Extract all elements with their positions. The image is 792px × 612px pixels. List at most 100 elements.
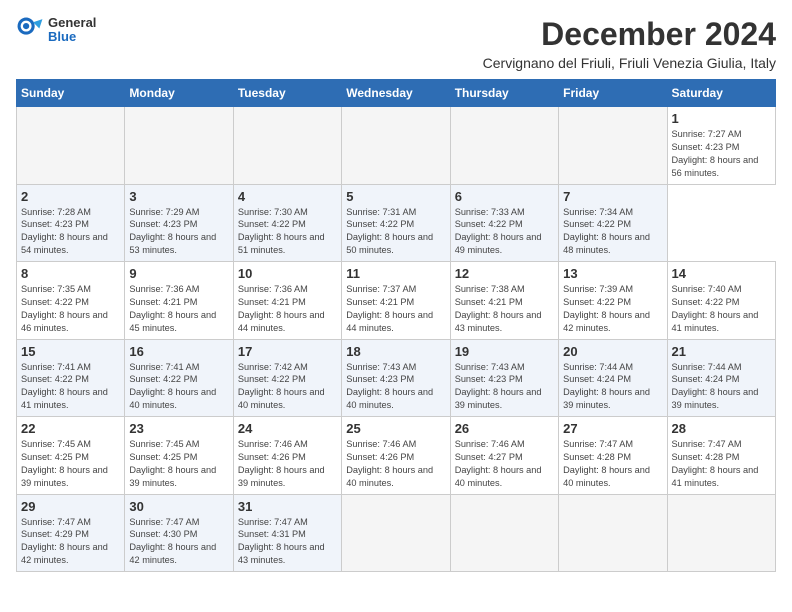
day-info: Sunrise: 7:34 AMSunset: 4:22 PMDaylight:… bbox=[563, 206, 662, 258]
day-number: 7 bbox=[563, 189, 662, 204]
day-number: 17 bbox=[238, 344, 337, 359]
day-info: Sunrise: 7:39 AMSunset: 4:22 PMDaylight:… bbox=[563, 283, 662, 335]
day-info: Sunrise: 7:27 AMSunset: 4:23 PMDaylight:… bbox=[672, 128, 771, 180]
day-info: Sunrise: 7:33 AMSunset: 4:22 PMDaylight:… bbox=[455, 206, 554, 258]
day-cell-23: 23 Sunrise: 7:45 AMSunset: 4:25 PMDayligh… bbox=[125, 417, 233, 495]
week-row-3: 8 Sunrise: 7:35 AMSunset: 4:22 PMDaylight… bbox=[17, 262, 776, 340]
day-number: 1 bbox=[672, 111, 771, 126]
day-cell-14: 14 Sunrise: 7:40 AMSunset: 4:22 PMDayligh… bbox=[667, 262, 775, 340]
day-info: Sunrise: 7:38 AMSunset: 4:21 PMDaylight:… bbox=[455, 283, 554, 335]
day-cell-30: 30Sunrise: 7:47 AMSunset: 4:30 PMDayligh… bbox=[125, 494, 233, 572]
col-header-saturday: Saturday bbox=[667, 80, 775, 107]
day-number: 8 bbox=[21, 266, 120, 281]
col-header-friday: Friday bbox=[559, 80, 667, 107]
day-cell-2: 2 Sunrise: 7:28 AMSunset: 4:23 PMDaylight… bbox=[17, 184, 125, 262]
day-number: 3 bbox=[129, 189, 228, 204]
logo-text: General Blue bbox=[48, 16, 96, 45]
day-info: Sunrise: 7:30 AMSunset: 4:22 PMDaylight:… bbox=[238, 206, 337, 258]
day-number: 25 bbox=[346, 421, 445, 436]
header-row: SundayMondayTuesdayWednesdayThursdayFrid… bbox=[17, 80, 776, 107]
day-number: 22 bbox=[21, 421, 120, 436]
day-number: 29 bbox=[21, 499, 120, 514]
day-info: Sunrise: 7:37 AMSunset: 4:21 PMDaylight:… bbox=[346, 283, 445, 335]
day-cell-21: 21Sunrise: 7:44 AMSunset: 4:24 PMDayligh… bbox=[667, 339, 775, 417]
day-info: Sunrise: 7:28 AMSunset: 4:23 PMDaylight:… bbox=[21, 206, 120, 258]
day-info: Sunrise: 7:45 AMSunset: 4:25 PMDaylight:… bbox=[129, 438, 228, 490]
day-number: 31 bbox=[238, 499, 337, 514]
day-info: Sunrise: 7:47 AMSunset: 4:28 PMDaylight:… bbox=[672, 438, 771, 490]
title-area: December 2024 Cervignano del Friuli, Fri… bbox=[483, 16, 776, 71]
day-info: Sunrise: 7:41 AMSunset: 4:22 PMDaylight:… bbox=[129, 361, 228, 413]
day-number: 30 bbox=[129, 499, 228, 514]
day-info: Sunrise: 7:44 AMSunset: 4:24 PMDaylight:… bbox=[563, 361, 662, 413]
week-row-2: 2 Sunrise: 7:28 AMSunset: 4:23 PMDaylight… bbox=[17, 184, 776, 262]
day-info: Sunrise: 7:43 AMSunset: 4:23 PMDaylight:… bbox=[455, 361, 554, 413]
day-info: Sunrise: 7:45 AMSunset: 4:25 PMDaylight:… bbox=[21, 438, 120, 490]
day-cell-1: 1 Sunrise: 7:27 AMSunset: 4:23 PMDaylight… bbox=[667, 107, 775, 185]
day-info: Sunrise: 7:35 AMSunset: 4:22 PMDaylight:… bbox=[21, 283, 120, 335]
day-number: 9 bbox=[129, 266, 228, 281]
day-info: Sunrise: 7:40 AMSunset: 4:22 PMDaylight:… bbox=[672, 283, 771, 335]
day-info: Sunrise: 7:47 AMSunset: 4:28 PMDaylight:… bbox=[563, 438, 662, 490]
empty-cell bbox=[559, 107, 667, 185]
empty-cell bbox=[667, 494, 775, 572]
logo: General Blue bbox=[16, 16, 96, 45]
day-cell-26: 26Sunrise: 7:46 AMSunset: 4:27 PMDayligh… bbox=[450, 417, 558, 495]
calendar-table: SundayMondayTuesdayWednesdayThursdayFrid… bbox=[16, 79, 776, 572]
day-info: Sunrise: 7:31 AMSunset: 4:22 PMDaylight:… bbox=[346, 206, 445, 258]
empty-cell bbox=[125, 107, 233, 185]
day-info: Sunrise: 7:43 AMSunset: 4:23 PMDaylight:… bbox=[346, 361, 445, 413]
day-number: 14 bbox=[672, 266, 771, 281]
logo-blue: Blue bbox=[48, 30, 96, 44]
week-row-4: 15Sunrise: 7:41 AMSunset: 4:22 PMDayligh… bbox=[17, 339, 776, 417]
col-header-thursday: Thursday bbox=[450, 80, 558, 107]
day-number: 11 bbox=[346, 266, 445, 281]
day-cell-20: 20 Sunrise: 7:44 AMSunset: 4:24 PMDayligh… bbox=[559, 339, 667, 417]
day-cell-24: 24Sunrise: 7:46 AMSunset: 4:26 PMDayligh… bbox=[233, 417, 341, 495]
day-info: Sunrise: 7:36 AMSunset: 4:21 PMDaylight:… bbox=[238, 283, 337, 335]
empty-cell bbox=[450, 107, 558, 185]
day-info: Sunrise: 7:47 AMSunset: 4:29 PMDaylight:… bbox=[21, 516, 120, 568]
day-cell-4: 4 Sunrise: 7:30 AMSunset: 4:22 PMDaylight… bbox=[233, 184, 341, 262]
col-header-tuesday: Tuesday bbox=[233, 80, 341, 107]
day-cell-25: 25 Sunrise: 7:46 AMSunset: 4:26 PMDayligh… bbox=[342, 417, 450, 495]
day-info: Sunrise: 7:29 AMSunset: 4:23 PMDaylight:… bbox=[129, 206, 228, 258]
empty-cell bbox=[559, 494, 667, 572]
day-info: Sunrise: 7:46 AMSunset: 4:26 PMDaylight:… bbox=[346, 438, 445, 490]
logo-icon bbox=[16, 16, 44, 44]
day-cell-16: 16 Sunrise: 7:41 AMSunset: 4:22 PMDayligh… bbox=[125, 339, 233, 417]
day-cell-7: 7 Sunrise: 7:34 AMSunset: 4:22 PMDaylight… bbox=[559, 184, 667, 262]
day-number: 20 bbox=[563, 344, 662, 359]
day-cell-9: 9 Sunrise: 7:36 AMSunset: 4:21 PMDaylight… bbox=[125, 262, 233, 340]
day-number: 16 bbox=[129, 344, 228, 359]
day-info: Sunrise: 7:47 AMSunset: 4:31 PMDaylight:… bbox=[238, 516, 337, 568]
col-header-monday: Monday bbox=[125, 80, 233, 107]
day-cell-10: 10 Sunrise: 7:36 AMSunset: 4:21 PMDayligh… bbox=[233, 262, 341, 340]
day-number: 28 bbox=[672, 421, 771, 436]
day-info: Sunrise: 7:46 AMSunset: 4:27 PMDaylight:… bbox=[455, 438, 554, 490]
empty-cell bbox=[342, 107, 450, 185]
day-cell-12: 12 Sunrise: 7:38 AMSunset: 4:21 PMDayligh… bbox=[450, 262, 558, 340]
day-cell-11: 11 Sunrise: 7:37 AMSunset: 4:21 PMDayligh… bbox=[342, 262, 450, 340]
location-title: Cervignano del Friuli, Friuli Venezia Gi… bbox=[483, 55, 776, 71]
day-info: Sunrise: 7:36 AMSunset: 4:21 PMDaylight:… bbox=[129, 283, 228, 335]
day-cell-15: 15Sunrise: 7:41 AMSunset: 4:22 PMDayligh… bbox=[17, 339, 125, 417]
day-number: 18 bbox=[346, 344, 445, 359]
day-number: 23 bbox=[129, 421, 228, 436]
day-number: 12 bbox=[455, 266, 554, 281]
day-cell-13: 13Sunrise: 7:39 AMSunset: 4:22 PMDayligh… bbox=[559, 262, 667, 340]
week-row-1: 1 Sunrise: 7:27 AMSunset: 4:23 PMDaylight… bbox=[17, 107, 776, 185]
day-number: 10 bbox=[238, 266, 337, 281]
logo-general: General bbox=[48, 16, 96, 30]
week-row-5: 22 Sunrise: 7:45 AMSunset: 4:25 PMDayligh… bbox=[17, 417, 776, 495]
col-header-sunday: Sunday bbox=[17, 80, 125, 107]
empty-cell bbox=[342, 494, 450, 572]
week-row-6: 29 Sunrise: 7:47 AMSunset: 4:29 PMDayligh… bbox=[17, 494, 776, 572]
empty-cell bbox=[17, 107, 125, 185]
header: General Blue December 2024 Cervignano de… bbox=[16, 16, 776, 71]
day-cell-18: 18 Sunrise: 7:43 AMSunset: 4:23 PMDayligh… bbox=[342, 339, 450, 417]
day-info: Sunrise: 7:44 AMSunset: 4:24 PMDaylight:… bbox=[672, 361, 771, 413]
day-number: 4 bbox=[238, 189, 337, 204]
day-cell-29: 29 Sunrise: 7:47 AMSunset: 4:29 PMDayligh… bbox=[17, 494, 125, 572]
day-number: 2 bbox=[21, 189, 120, 204]
